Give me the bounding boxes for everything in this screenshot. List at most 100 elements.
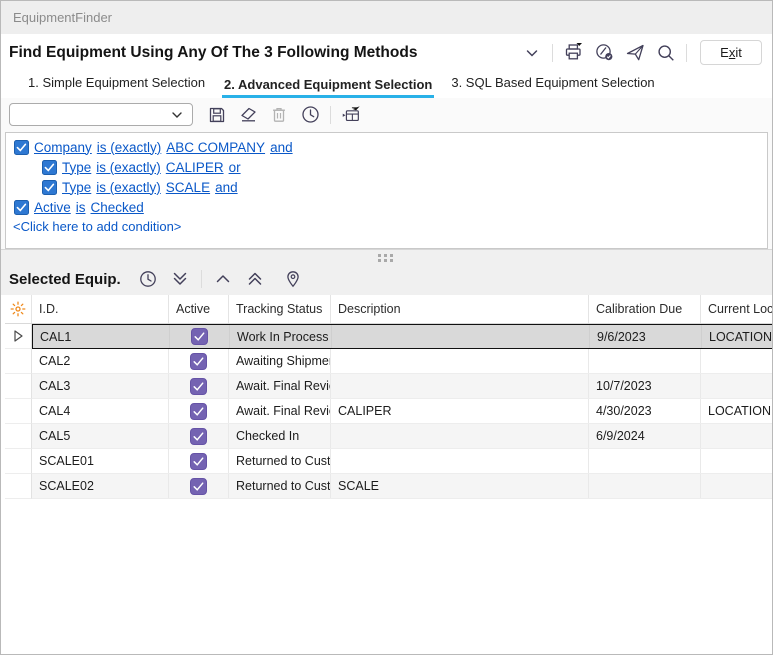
clear-filter-eraser-icon[interactable] <box>237 104 259 126</box>
location-pin-icon[interactable] <box>282 268 304 290</box>
divider <box>201 270 202 288</box>
cell-active <box>170 325 230 348</box>
save-filter-icon[interactable] <box>206 104 228 126</box>
column-header-active[interactable]: Active <box>169 295 229 323</box>
column-header-current-location[interactable]: Current Loca <box>701 295 773 323</box>
row-selector-cell[interactable] <box>5 374 32 399</box>
chevron-down-icon[interactable] <box>521 42 543 64</box>
condition-operator[interactable]: is (exactly) <box>97 140 162 155</box>
condition-field[interactable]: Type <box>62 180 91 195</box>
checkbox-checked-icon <box>190 428 207 445</box>
row-selector-cell[interactable] <box>5 424 32 449</box>
double-chevron-down-icon[interactable] <box>169 268 191 290</box>
row-selector-cell[interactable] <box>5 474 32 499</box>
condition-row: Type is (exactly) SCALE and <box>6 177 767 197</box>
condition-operator[interactable]: is (exactly) <box>96 160 161 175</box>
column-header-description[interactable]: Description <box>331 295 589 323</box>
condition-conjunction[interactable]: or <box>229 160 241 175</box>
tab-advanced-equipment-selection[interactable]: 2. Advanced Equipment Selection <box>222 74 434 98</box>
tab-sql-based-equipment-selection[interactable]: 3. SQL Based Equipment Selection <box>449 72 656 98</box>
cell-description <box>331 449 589 473</box>
condition-checkbox[interactable] <box>42 180 57 195</box>
row-selector-cell[interactable] <box>5 399 32 424</box>
grid-corner-cell[interactable] <box>5 295 32 323</box>
condition-value[interactable]: Checked <box>91 200 144 215</box>
active-checkbox[interactable] <box>190 478 207 495</box>
condition-field[interactable]: Company <box>34 140 92 155</box>
condition-operator[interactable]: is (exactly) <box>96 180 161 195</box>
checkbox-checked-icon <box>14 200 29 215</box>
condition-tree: Company is (exactly) ABC COMPANY and Type is … <box>5 132 768 249</box>
table-row[interactable]: CAL5Checked In6/9/2024 <box>5 424 773 449</box>
table-row[interactable]: SCALE01Returned to Custo <box>5 449 773 474</box>
search-icon[interactable] <box>655 42 677 64</box>
exit-button[interactable]: Exit <box>700 40 762 65</box>
table-row[interactable]: SCALE02Returned to CustoSCALE <box>5 474 773 499</box>
splitter-grip[interactable] <box>378 254 394 263</box>
row-selector-cell[interactable] <box>5 449 32 474</box>
grid-body: CAL1Work In Process9/6/2023LOCATION 1CAL… <box>5 324 773 499</box>
condition-value[interactable]: SCALE <box>166 180 210 195</box>
condition-checkbox[interactable] <box>14 200 29 215</box>
condition-row: Type is (exactly) CALIPER or <box>6 157 767 177</box>
cell-id: CAL1 <box>33 325 170 348</box>
column-header-tracking-status[interactable]: Tracking Status <box>229 295 331 323</box>
active-checkbox[interactable] <box>190 403 207 420</box>
table-row[interactable]: CAL3Await. Final Review10/7/2023 <box>5 374 773 399</box>
saved-filter-combobox[interactable] <box>9 103 193 126</box>
cell-calibration-due <box>589 474 701 498</box>
cell-tracking-status: Checked In <box>229 424 331 448</box>
condition-checkbox[interactable] <box>14 140 29 155</box>
history-icon[interactable] <box>299 104 321 126</box>
active-checkbox[interactable] <box>190 453 207 470</box>
cell-calibration-due: 9/6/2023 <box>590 325 702 348</box>
printer-icon[interactable] <box>562 42 584 64</box>
condition-operator[interactable]: is <box>76 200 86 215</box>
signature-verify-icon[interactable] <box>593 42 615 64</box>
column-header-id[interactable]: I.D. <box>32 295 169 323</box>
condition-conjunction[interactable]: and <box>270 140 293 155</box>
active-checkbox[interactable] <box>190 353 207 370</box>
row-selector-cell[interactable] <box>5 349 32 374</box>
chevron-down-icon <box>170 108 184 122</box>
cell-calibration-due: 6/9/2024 <box>589 424 701 448</box>
cell-tracking-status: Work In Process <box>230 325 332 348</box>
equipment-finder-window: EquipmentFinder Find Equipment Using Any… <box>0 0 773 655</box>
condition-field[interactable]: Active <box>34 200 71 215</box>
row-data: CAL3Await. Final Review10/7/2023 <box>32 374 773 399</box>
condition-row: Active is Checked <box>6 197 767 217</box>
active-checkbox[interactable] <box>190 378 207 395</box>
condition-checkbox[interactable] <box>42 160 57 175</box>
active-checkbox[interactable] <box>191 328 208 345</box>
history-icon[interactable] <box>137 268 159 290</box>
add-condition-link[interactable]: <Click here to add condition> <box>6 217 767 236</box>
title-bar: EquipmentFinder <box>1 1 772 34</box>
cell-description: SCALE <box>331 474 589 498</box>
table-row[interactable]: CAL1Work In Process9/6/2023LOCATION 1 <box>5 324 773 349</box>
send-icon[interactable] <box>624 42 646 64</box>
column-header-calibration-due[interactable]: Calibration Due <box>589 295 701 323</box>
table-row[interactable]: CAL2Awaiting Shipmen <box>5 349 773 374</box>
row-selector-cell[interactable] <box>5 324 32 349</box>
condition-value[interactable]: CALIPER <box>166 160 224 175</box>
condition-conjunction[interactable]: and <box>215 180 238 195</box>
tab-simple-equipment-selection[interactable]: 1. Simple Equipment Selection <box>26 72 207 98</box>
cell-current-location <box>701 474 773 498</box>
condition-value[interactable]: ABC COMPANY <box>166 140 265 155</box>
cell-description: CALIPER <box>331 399 589 423</box>
chevron-up-icon[interactable] <box>212 268 234 290</box>
condition-field[interactable]: Type <box>62 160 91 175</box>
cell-current-location: LOCATION 1 <box>701 399 773 423</box>
splitter-zone: Selected Equip. <box>1 249 772 295</box>
active-checkbox[interactable] <box>190 428 207 445</box>
tab-bar: 1. Simple Equipment Selection 2. Advance… <box>1 71 772 98</box>
filter-toolbar <box>1 98 772 131</box>
send-to-grid-icon[interactable] <box>340 104 362 126</box>
row-data: CAL4Await. Final ReviewCALIPER4/30/2023L… <box>32 399 773 424</box>
table-row[interactable]: CAL4Await. Final ReviewCALIPER4/30/2023L… <box>5 399 773 424</box>
cell-tracking-status: Awaiting Shipmen <box>229 349 331 373</box>
checkbox-checked-icon <box>190 353 207 370</box>
cell-active <box>169 474 229 498</box>
double-chevron-up-icon[interactable] <box>244 268 266 290</box>
cell-tracking-status: Returned to Custo <box>229 474 331 498</box>
